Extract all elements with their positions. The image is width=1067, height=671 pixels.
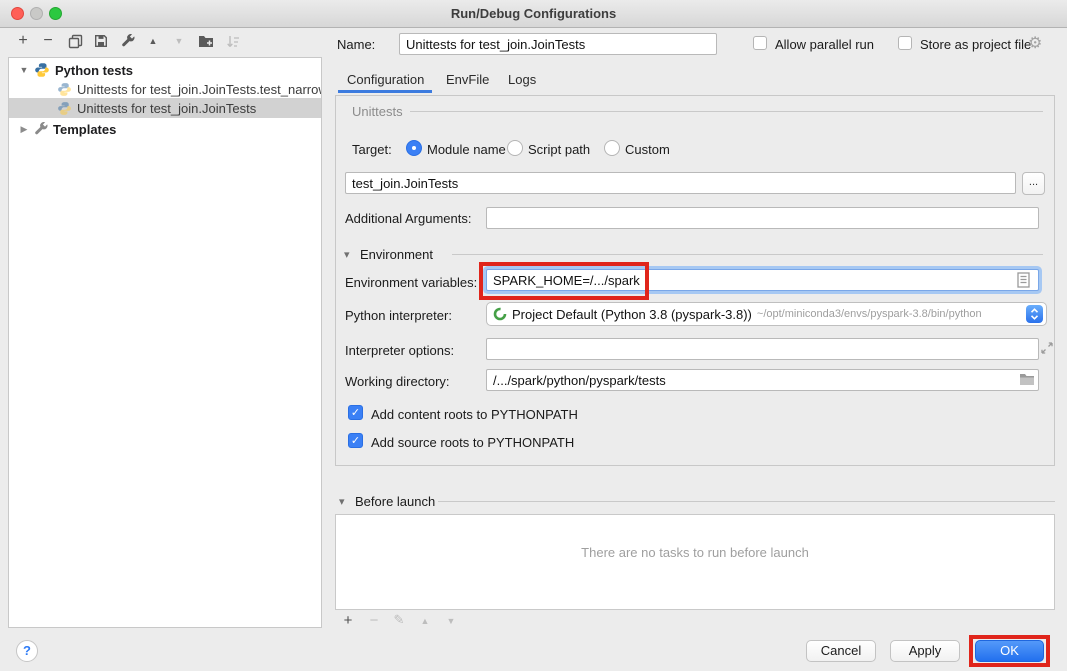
radio-module-name-label: Module name bbox=[427, 142, 506, 157]
tree-item-label: Unittests for test_join.JoinTests.test_n… bbox=[77, 82, 321, 97]
additional-arguments-input[interactable] bbox=[486, 207, 1039, 229]
add-configuration-icon[interactable]: + bbox=[14, 32, 32, 50]
env-variables-editor-icon[interactable] bbox=[1017, 272, 1030, 293]
add-content-roots-label: Add content roots to PYTHONPATH bbox=[371, 407, 578, 422]
expand-field-icon[interactable] bbox=[1041, 341, 1053, 359]
save-configuration-icon[interactable] bbox=[92, 32, 110, 50]
python-interpreter-path: ~/opt/miniconda3/envs/pyspark-3.8/bin/py… bbox=[757, 308, 982, 320]
add-task-icon[interactable]: + bbox=[339, 611, 357, 629]
chevron-expanded-icon[interactable]: ▼ bbox=[19, 65, 29, 75]
tree-item-label: Templates bbox=[53, 122, 116, 137]
python-icon bbox=[57, 101, 72, 116]
radio-custom-label: Custom bbox=[625, 142, 670, 157]
allow-parallel-run-checkbox[interactable] bbox=[753, 36, 767, 50]
check-icon: ✓ bbox=[351, 435, 360, 447]
interpreter-options-input[interactable] bbox=[486, 338, 1039, 360]
move-down-icon[interactable]: ▼ bbox=[170, 32, 188, 50]
combo-stepper-icon[interactable] bbox=[1026, 305, 1043, 323]
cancel-button[interactable]: Cancel bbox=[806, 640, 876, 662]
tab-logs[interactable]: Logs bbox=[508, 72, 536, 87]
copy-configuration-icon[interactable] bbox=[66, 32, 84, 50]
sort-configurations-icon[interactable] bbox=[224, 32, 242, 50]
run-debug-configurations-dialog: Run/Debug Configurations + − ▲ ▼ ▼ Pytho… bbox=[0, 0, 1067, 671]
before-launch-title: Before launch bbox=[355, 494, 435, 509]
title-bar: Run/Debug Configurations bbox=[0, 0, 1067, 28]
conda-env-icon bbox=[493, 307, 507, 321]
tree-item-jointests-selected[interactable]: Unittests for test_join.JoinTests bbox=[9, 98, 321, 118]
environment-section-line bbox=[452, 254, 1043, 255]
additional-arguments-label: Additional Arguments: bbox=[345, 211, 471, 226]
group-title-line bbox=[410, 111, 1043, 112]
remove-configuration-icon[interactable]: − bbox=[39, 32, 57, 50]
environment-section-chevron-icon[interactable]: ▾ bbox=[344, 248, 350, 261]
before-launch-chevron-icon[interactable]: ▾ bbox=[339, 495, 345, 508]
working-directory-input[interactable] bbox=[486, 369, 1039, 391]
wrench-icon bbox=[34, 122, 48, 136]
radio-script-path-label: Script path bbox=[528, 142, 590, 157]
add-source-roots-label: Add source roots to PYTHONPATH bbox=[371, 435, 574, 450]
apply-button[interactable]: Apply bbox=[890, 640, 960, 662]
active-tab-underline bbox=[338, 90, 432, 93]
folder-browse-icon[interactable] bbox=[1019, 373, 1035, 391]
window-title: Run/Debug Configurations bbox=[0, 6, 1067, 21]
tree-item-test-narrow[interactable]: Unittests for test_join.JoinTests.test_n… bbox=[9, 79, 321, 99]
environment-section-title: Environment bbox=[360, 247, 433, 262]
environment-variables-label: Environment variables: bbox=[345, 275, 477, 290]
add-content-roots-checkbox[interactable]: ✓ bbox=[348, 405, 363, 420]
edit-templates-icon[interactable] bbox=[119, 32, 137, 50]
gear-icon[interactable]: ⚙ bbox=[1028, 33, 1042, 53]
environment-variables-input[interactable] bbox=[486, 269, 1039, 291]
tree-item-templates[interactable]: ▶ Templates bbox=[9, 119, 321, 139]
before-launch-empty-message: There are no tasks to run before launch bbox=[336, 545, 1054, 560]
python-interpreter-select[interactable]: Project Default (Python 3.8 (pyspark-3.8… bbox=[486, 302, 1047, 326]
before-launch-task-list: There are no tasks to run before launch bbox=[335, 514, 1055, 610]
help-button[interactable]: ? bbox=[16, 640, 38, 662]
radio-custom[interactable] bbox=[604, 140, 620, 156]
radio-script-path[interactable] bbox=[507, 140, 523, 156]
tab-configuration[interactable]: Configuration bbox=[347, 72, 424, 87]
check-icon: ✓ bbox=[351, 407, 360, 419]
move-up-icon[interactable]: ▲ bbox=[144, 32, 162, 50]
module-name-input[interactable] bbox=[345, 172, 1016, 194]
tree-item-python-tests[interactable]: ▼ Python tests bbox=[9, 60, 321, 80]
task-move-down-icon[interactable]: ▼ bbox=[442, 612, 460, 630]
add-source-roots-checkbox[interactable]: ✓ bbox=[348, 433, 363, 448]
name-label: Name: bbox=[337, 37, 375, 52]
radio-module-name[interactable] bbox=[406, 140, 422, 156]
interpreter-options-label: Interpreter options: bbox=[345, 343, 454, 358]
python-icon bbox=[57, 82, 72, 97]
tab-envfile[interactable]: EnvFile bbox=[446, 72, 489, 87]
unittests-group-title: Unittests bbox=[352, 104, 403, 119]
edit-task-icon[interactable]: ✎ bbox=[390, 611, 408, 629]
browse-module-button[interactable]: ... bbox=[1022, 172, 1045, 195]
new-folder-icon[interactable] bbox=[197, 32, 215, 50]
target-label: Target: bbox=[352, 142, 392, 157]
remove-task-icon[interactable]: − bbox=[365, 611, 383, 629]
task-move-up-icon[interactable]: ▲ bbox=[416, 612, 434, 630]
configurations-tree: ▼ Python tests Unittests for test_join.J… bbox=[8, 57, 322, 628]
working-directory-label: Working directory: bbox=[345, 374, 450, 389]
python-interpreter-value: Project Default (Python 3.8 (pyspark-3.8… bbox=[512, 307, 752, 322]
chevron-collapsed-icon[interactable]: ▶ bbox=[19, 124, 29, 135]
store-as-project-file-label: Store as project file bbox=[920, 37, 1031, 52]
name-input[interactable] bbox=[399, 33, 717, 55]
before-launch-line bbox=[438, 501, 1055, 502]
tree-item-label: Unittests for test_join.JoinTests bbox=[77, 101, 256, 116]
ok-button[interactable]: OK bbox=[975, 640, 1044, 662]
tree-item-label: Python tests bbox=[55, 63, 133, 78]
python-interpreter-label: Python interpreter: bbox=[345, 308, 452, 323]
store-as-project-file-checkbox[interactable] bbox=[898, 36, 912, 50]
allow-parallel-run-label: Allow parallel run bbox=[775, 37, 874, 52]
python-icon bbox=[34, 62, 50, 78]
